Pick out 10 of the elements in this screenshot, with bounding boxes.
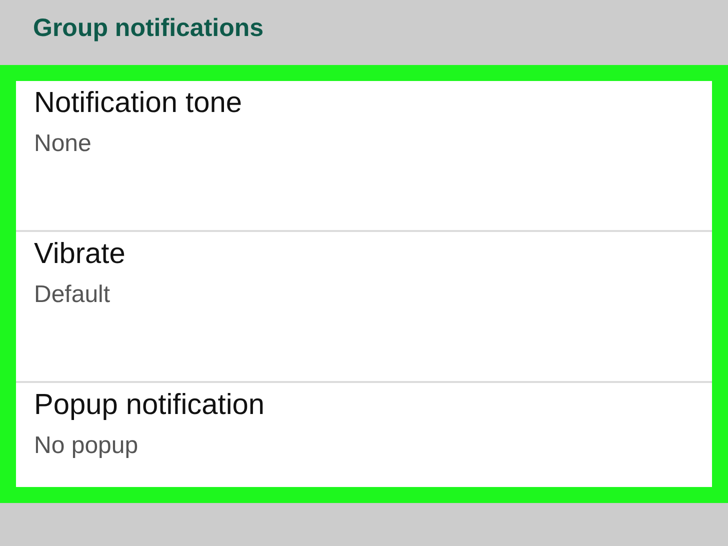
setting-value: None bbox=[34, 128, 92, 159]
setting-title: Notification tone bbox=[34, 86, 243, 121]
setting-row[interactable]: Popup notification No popup bbox=[16, 383, 712, 534]
setting-title: Popup notification bbox=[34, 388, 266, 423]
setting-value: Default bbox=[34, 280, 112, 310]
setting-title: Vibrate bbox=[34, 237, 126, 272]
setting-row[interactable]: Vibrate Default bbox=[16, 232, 712, 383]
setting-value: No popup bbox=[34, 430, 140, 461]
section-title: Group notifications bbox=[33, 14, 264, 42]
setting-row[interactable]: Notification tone None bbox=[16, 81, 712, 232]
